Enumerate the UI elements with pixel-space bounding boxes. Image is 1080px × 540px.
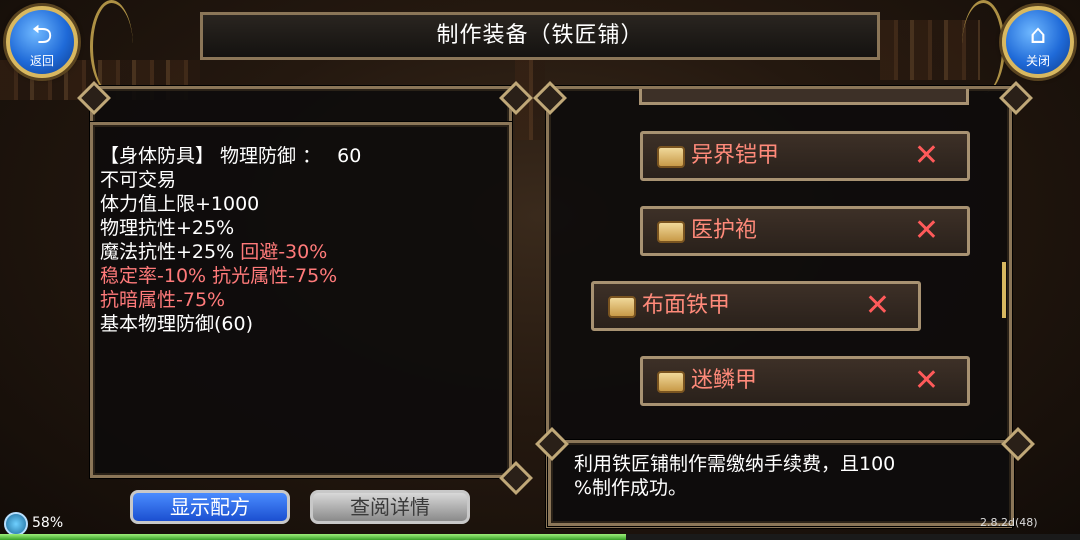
penalty-text: 稳定率-10% 抗光属性-75% xyxy=(100,265,338,287)
unavailable-x-icon: ✕ xyxy=(913,213,939,248)
desc-line: 稳定率-10% 抗光属性-75% xyxy=(100,264,361,288)
scroll-icon xyxy=(608,296,636,318)
battery-icon xyxy=(4,512,28,536)
recipe-item[interactable]: 医护袍 ✕ xyxy=(640,206,970,256)
ornament-right xyxy=(962,0,1005,93)
back-button-label: 返回 xyxy=(29,54,54,68)
recipe-name: 异界铠甲 xyxy=(691,143,780,168)
unavailable-x-icon: ✕ xyxy=(864,288,890,323)
penalty-text: 抗暗属性-75% xyxy=(100,289,226,311)
version-label: 2.8.2d(48) xyxy=(980,516,1038,529)
page-title: 制作装备（铁匠铺） xyxy=(200,12,880,60)
scroll-icon xyxy=(657,221,685,243)
fee-note-line: 利用铁匠铺制作需缴纳手续费，且100 xyxy=(574,453,896,475)
desc-line: 【身体防具】 物理防御 ： 60 xyxy=(100,144,361,168)
list-item-partial xyxy=(639,89,969,105)
exp-bar xyxy=(0,534,1080,540)
list-scrollbar[interactable] xyxy=(1002,262,1006,318)
desc-line: 物理抗性+25% xyxy=(100,217,235,239)
unavailable-x-icon: ✕ xyxy=(913,363,939,398)
unavailable-x-icon: ✕ xyxy=(913,138,939,173)
ornament-left xyxy=(90,0,133,93)
item-name-frame xyxy=(90,86,512,126)
scroll-icon xyxy=(657,371,685,393)
recipe-name: 医护袍 xyxy=(691,218,758,243)
evasion-penalty-text: 回避-30% xyxy=(240,241,328,263)
magic-resist-text: 魔法抗性+25% xyxy=(100,241,235,263)
view-details-button[interactable]: 查阅详情 xyxy=(310,490,470,524)
battery-percent: 58% xyxy=(32,515,64,531)
back-button[interactable]: ⮌ 返回 xyxy=(6,6,78,78)
desc-line: 基本物理防御(60) xyxy=(100,313,254,335)
recipe-name: 迷鳞甲 xyxy=(691,368,758,393)
item-description: 【身体防具】 物理防御 ： 60 不可交易 体力值上限+1000 物理抗性+25… xyxy=(100,144,361,336)
fee-note-line: %制作成功。 xyxy=(574,477,688,499)
scroll-icon xyxy=(657,146,685,168)
recipe-item[interactable]: 异界铠甲 ✕ xyxy=(640,131,970,181)
close-button-label: 关闭 xyxy=(1025,54,1050,68)
recipe-name: 布面铁甲 xyxy=(642,293,731,318)
desc-line: 体力值上限+1000 xyxy=(100,193,260,215)
defense-label: 【身体防具】 物理防御 ： xyxy=(100,145,322,167)
desc-line: 抗暗属性-75% xyxy=(100,288,361,312)
desc-line: 不可交易 xyxy=(100,169,177,191)
back-arrow-icon: ⮌ xyxy=(31,20,53,50)
desc-line: 魔法抗性+25% 回避-30% xyxy=(100,240,361,264)
recipe-item[interactable]: 迷鳞甲 ✕ xyxy=(640,356,970,406)
recipe-item-selected[interactable]: 布面铁甲 ✕ xyxy=(591,281,921,331)
show-recipe-button[interactable]: 显示配方 xyxy=(130,490,290,524)
exp-bar-fill xyxy=(0,534,627,540)
fee-note-text: 利用铁匠铺制作需缴纳手续费，且100 %制作成功。 xyxy=(574,452,895,500)
close-button[interactable]: ⌂ 关闭 xyxy=(1002,6,1074,78)
home-icon: ⌂ xyxy=(1029,20,1047,50)
defense-value: 60 xyxy=(337,145,362,167)
